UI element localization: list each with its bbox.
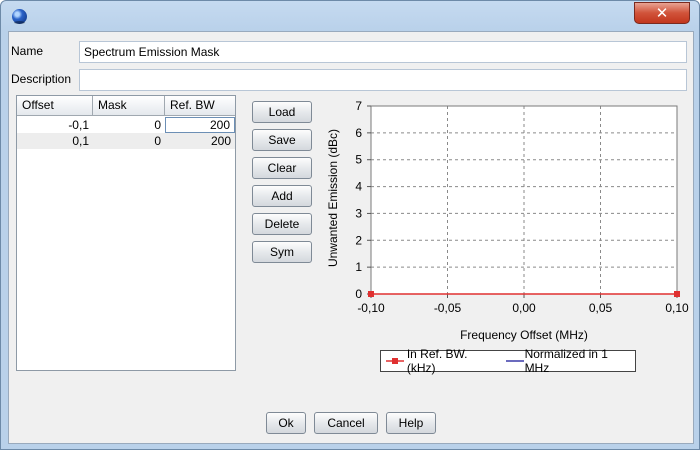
legend-marker-normalized [505,360,524,362]
close-button[interactable]: ✕ [634,2,690,24]
cancel-button[interactable]: Cancel [314,412,378,434]
ok-button[interactable]: Ok [266,412,306,434]
legend-item-ref-bw: In Ref. BW. (kHz) [406,347,468,375]
x-tick-label: 0,00 [512,301,536,315]
cell-ref-bw[interactable]: 200 [165,133,235,149]
description-label: Description [11,72,72,86]
name-label: Name [11,44,44,58]
legend-item-normalized: Normalized in 1 MHz [524,347,608,375]
column-header-ref-bw[interactable]: Ref. BW [165,96,235,116]
title-bar[interactable]: ✕ [1,1,699,31]
delete-button[interactable]: Delete [252,213,312,235]
legend-marker-ref-bw [386,358,404,364]
y-tick-label: 0 [355,287,362,301]
chart-legend: In Ref. BW. (kHz) Normalized in 1 MHz [380,347,636,375]
column-header-mask[interactable]: Mask [93,96,165,116]
clear-button[interactable]: Clear [252,157,312,179]
y-tick-label: 2 [355,233,362,247]
chart-x-axis-label: Frequency Offset (MHz) [460,328,588,342]
data-point [674,291,680,297]
y-tick-label: 7 [355,100,362,113]
name-field[interactable]: Spectrum Emission Mask [79,41,687,63]
dialog-content: Name Spectrum Emission Mask Description … [8,31,694,444]
cell-mask[interactable]: 0 [93,133,165,149]
x-tick-label: 0,05 [589,301,613,315]
add-button[interactable]: Add [252,185,312,207]
cell-offset[interactable]: 0,1 [17,133,93,149]
table-row[interactable]: 0,1 0 200 [17,133,235,149]
app-icon [12,9,27,24]
cell-offset[interactable]: -0,1 [17,117,93,133]
cell-ref-bw[interactable]: 200 [165,117,235,133]
sym-button[interactable]: Sym [252,241,312,263]
y-tick-label: 6 [355,126,362,140]
y-tick-label: 3 [355,206,362,220]
y-tick-label: 4 [355,180,362,194]
y-tick-label: 1 [355,260,362,274]
mask-table: Offset Mask Ref. BW -0,1 0 200 0,1 0 200 [16,95,236,371]
dialog-window: ✕ Name Spectrum Emission Mask Descriptio… [0,0,700,450]
x-tick-label: 0,10 [665,301,689,315]
emission-mask-chart: -0,10 -0,05 0,00 0,05 0,10 0 1 2 3 4 5 6 7 Unwanted … [327,100,689,342]
chart-y-axis-label: Unwanted Emission (dBc) [327,129,340,267]
description-field[interactable] [79,69,687,91]
load-button[interactable]: Load [252,101,312,123]
x-tick-label: -0,10 [357,301,385,315]
save-button[interactable]: Save [252,129,312,151]
cell-mask[interactable]: 0 [93,117,165,133]
y-tick-label: 5 [355,153,362,167]
plot-area [371,106,677,294]
column-header-offset[interactable]: Offset [17,96,93,116]
x-tick-label: -0,05 [434,301,462,315]
help-button[interactable]: Help [386,412,436,434]
table-row[interactable]: -0,1 0 200 [17,117,235,133]
data-point [368,291,374,297]
table-header: Offset Mask Ref. BW [17,96,235,116]
